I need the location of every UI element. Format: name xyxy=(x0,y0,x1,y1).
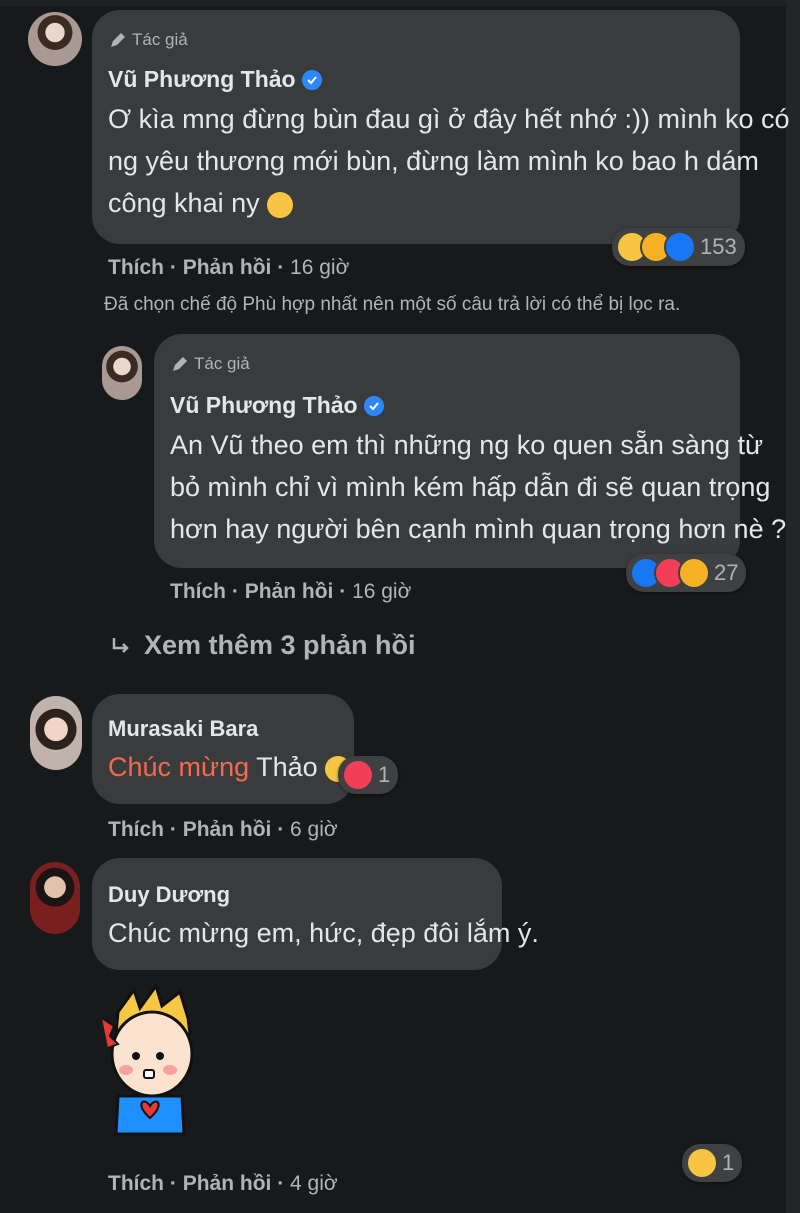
like-link[interactable]: Thích xyxy=(108,818,164,841)
reaction-summary[interactable]: 1 xyxy=(338,756,399,794)
reply-link[interactable]: Phản hồi xyxy=(183,256,272,279)
comment-line: An Vũ theo em thì những ng ko quen sẵn s… xyxy=(170,430,764,460)
avatar[interactable] xyxy=(102,346,142,400)
care-reaction-icon xyxy=(678,557,710,589)
reaction-count: 1 xyxy=(378,762,391,787)
separator: · xyxy=(339,580,347,603)
separator: · xyxy=(277,256,285,279)
commenter-name[interactable]: Vũ Phương Thảo xyxy=(170,392,384,419)
comment-text: Chúc mừng em, hức, đẹp đôi lắm ý. xyxy=(108,918,539,948)
comment-actions: Thích · Phản hồi · 6 giờ xyxy=(108,818,338,842)
comment-text: An Vũ theo em thì những ng ko quen sẵn s… xyxy=(170,424,786,550)
comment-line: ng yêu thương mới bùn, đừng làm mình ko … xyxy=(108,146,759,176)
filter-note: Đã chọn chế độ Phù hợp nhất nên một số c… xyxy=(104,294,681,315)
pen-icon xyxy=(111,33,125,47)
separator: · xyxy=(231,580,239,603)
reaction-count: 27 xyxy=(714,560,739,585)
verified-badge-icon xyxy=(363,395,384,416)
comment-text-rest: Thảo xyxy=(249,752,318,782)
comment-line: hơn hay người bên cạnh mình quan trọng h… xyxy=(170,514,787,544)
avatar[interactable] xyxy=(28,12,82,66)
highlighted-text: Chúc mừng xyxy=(108,752,250,782)
avatar[interactable] xyxy=(30,696,82,770)
author-tag-label: Tác giả xyxy=(132,30,188,49)
verified-badge-icon xyxy=(301,69,322,90)
comment-actions: Thích · Phản hồi · 16 giờ xyxy=(108,256,349,280)
reaction-summary[interactable]: 153 xyxy=(612,228,745,266)
commenter-name-text[interactable]: Duy Dương xyxy=(108,882,230,908)
comment-actions: Thích · Phản hồi · 16 giờ xyxy=(170,580,411,604)
separator: · xyxy=(169,1172,177,1195)
sticker[interactable] xyxy=(96,978,210,1138)
reaction-summary[interactable]: 27 xyxy=(626,554,747,592)
sticker-icon xyxy=(101,982,194,1136)
top-edge xyxy=(0,0,800,6)
comment-actions: Thích · Phản hồi · 4 giờ xyxy=(108,1172,338,1196)
commenter-name-text[interactable]: Vũ Phương Thảo xyxy=(108,66,296,93)
commenter-name[interactable]: Vũ Phương Thảo xyxy=(108,66,322,93)
comment-line: bỏ mình chỉ vì mình kém hấp dẫn đi sẽ qu… xyxy=(170,472,771,502)
pen-icon xyxy=(173,357,187,371)
reply-arrow-icon xyxy=(112,637,129,653)
like-link[interactable]: Thích xyxy=(108,256,164,279)
like-reaction-icon xyxy=(664,231,696,263)
comment-text: Chúc mừng Thảo xyxy=(108,746,352,788)
author-tag: Tác giả xyxy=(108,30,188,50)
author-tag: Tác giả xyxy=(170,354,250,374)
reaction-count: 1 xyxy=(722,1150,735,1175)
love-reaction-icon xyxy=(342,759,374,791)
timestamp[interactable]: 16 giờ xyxy=(352,580,411,603)
see-more-replies-link[interactable]: Xem thêm 3 phản hồi xyxy=(110,630,416,661)
commenter-name-text[interactable]: Murasaki Bara xyxy=(108,716,258,742)
wow-reaction-icon xyxy=(686,1147,718,1179)
like-link[interactable]: Thích xyxy=(170,580,226,603)
commenter-name-text[interactable]: Vũ Phương Thảo xyxy=(170,392,358,419)
commenter-name[interactable]: Murasaki Bara xyxy=(108,716,258,742)
reply-link[interactable]: Phản hồi xyxy=(245,580,334,603)
like-link[interactable]: Thích xyxy=(108,1172,164,1195)
separator: · xyxy=(277,818,285,841)
reaction-summary[interactable]: 1 xyxy=(682,1144,743,1182)
separator: · xyxy=(277,1172,285,1195)
separator: · xyxy=(169,256,177,279)
rolling-laughing-emoji-icon xyxy=(267,191,294,218)
avatar[interactable] xyxy=(30,862,80,934)
reaction-count: 153 xyxy=(700,234,737,259)
separator: · xyxy=(169,818,177,841)
see-more-label[interactable]: Xem thêm 3 phản hồi xyxy=(144,630,416,661)
timestamp[interactable]: 6 giờ xyxy=(290,818,338,841)
author-tag-label: Tác giả xyxy=(194,354,250,373)
timestamp[interactable]: 4 giờ xyxy=(290,1172,338,1195)
comment-line: Ơ kìa mng đừng bùn đau gì ở đây hết nhớ … xyxy=(108,104,790,134)
commenter-name[interactable]: Duy Dương xyxy=(108,882,230,908)
reply-link[interactable]: Phản hồi xyxy=(183,1172,272,1195)
timestamp[interactable]: 16 giờ xyxy=(290,256,349,279)
comment-line: công khai ny xyxy=(108,188,260,218)
comment-text: Ơ kìa mng đừng bùn đau gì ở đây hết nhớ … xyxy=(108,98,790,224)
reply-link[interactable]: Phản hồi xyxy=(183,818,272,841)
